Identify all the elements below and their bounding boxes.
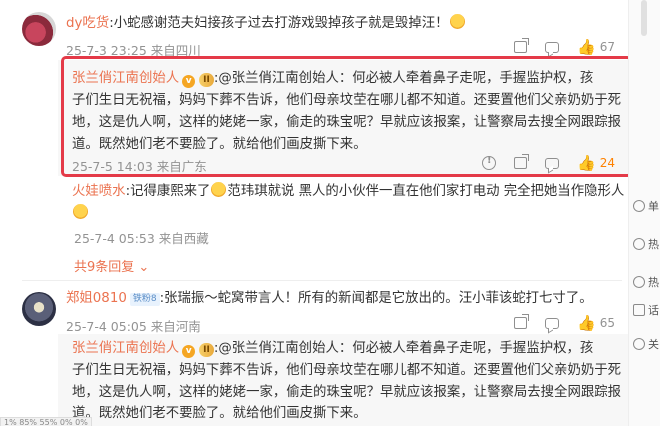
sidebar-item[interactable]: 热 (633, 236, 659, 252)
share-button[interactable] (514, 38, 529, 53)
share-button[interactable] (514, 314, 529, 329)
more-replies-label: 共9条回复 (74, 260, 135, 275)
reply-text-line: 道。既然她们老不要脸了。就给他们画皮撕下来。 (72, 406, 367, 421)
fan-badge: 铁粉8 (129, 293, 160, 306)
more-replies-link[interactable]: 共9条回复 ⌄ (74, 256, 149, 275)
comment-actions: 👍 67 (514, 38, 615, 56)
sidebar-scrollbar[interactable] (641, 0, 647, 36)
comment-line: 郑姐0810 铁粉8:张瑞振～蛇窝带言人！所有的新闻都是它放出的。汪小菲该蛇打七寸… (66, 290, 593, 308)
comment-text: :小蛇感谢范夫妇接孩子过去打游戏毁掉孩子就是毁掉汪！ (109, 16, 449, 31)
comment-icon (545, 317, 559, 329)
reply-text: 范玮琪就说 黑人的小伙伴一直在他们家打电动 完全把她当作隐形人 (227, 184, 625, 199)
reply-line: 张兰俏江南创始人 v II:@张兰俏江南创始人：何必被人牵着鼻子走呢，手握监护权，孩 (72, 340, 593, 358)
sidebar-item-label: 热 (648, 276, 659, 289)
sidebar-item-label: 单 (648, 200, 659, 213)
comment-text: :张瑞振～蛇窝带言人！所有的新闻都是它放出的。汪小菲该蛇打七寸了。 (159, 291, 593, 306)
sidebar-item-label: 热 (648, 238, 659, 251)
status-url-bar: 1% 85% 55% 0% 0% (0, 417, 92, 426)
reply-text-line: 子们生日无祝福，妈妈下葬不告诉，他们母亲坟茔在哪儿都不知道。还要置他们父亲奶奶于… (72, 363, 622, 378)
comment-divider (22, 280, 622, 281)
reply-text-line: 地，这是仇人啊，这样的姥姥一家，偷走的珠宝呢？早就应该报案，让警察局去搜全网跟踪… (72, 385, 622, 400)
comment-button[interactable] (545, 41, 559, 53)
history-icon (633, 200, 645, 212)
reply-username[interactable]: 火娃喷水 (72, 184, 126, 199)
sidebar-item[interactable]: 热 (633, 274, 659, 290)
like-button[interactable]: 👍 67 (577, 38, 615, 56)
comment-icon (545, 41, 559, 53)
reply-line (72, 204, 89, 223)
like-count: 65 (599, 316, 615, 330)
thumbs-up-icon: 👍 (577, 38, 596, 56)
crown-level-badge: II (199, 343, 214, 357)
sidebar-item-label: 话 (648, 304, 659, 317)
comment-username[interactable]: dy吃货 (66, 16, 109, 31)
comment-button[interactable] (545, 317, 559, 329)
topic-icon (633, 304, 645, 316)
comment-username[interactable]: 郑姐0810 (66, 291, 127, 306)
comment-actions: 👍 65 (514, 314, 615, 332)
sidebar-item-label: 关 (648, 338, 659, 351)
like-button[interactable]: 👍 65 (577, 314, 615, 332)
chevron-down-icon: ⌄ (134, 260, 150, 275)
laugh-emoji-icon (449, 14, 465, 29)
reply-meta: 25-7-4 05:53 来自西藏 (74, 231, 209, 246)
sidebar-item[interactable]: 单 (633, 198, 659, 214)
highlight-frame (61, 56, 628, 177)
reply-text: :记得康熙来了 (125, 184, 211, 199)
share-icon (514, 314, 529, 329)
laugh-emoji-icon (211, 182, 227, 197)
verified-badge-icon: v (182, 345, 196, 358)
user-avatar[interactable] (22, 12, 56, 46)
like-count: 67 (599, 40, 615, 54)
trending-icon (633, 276, 645, 288)
right-sidebar: 单 热 热 话 关 (628, 0, 660, 426)
laugh-emoji-icon (73, 204, 88, 219)
thumbs-up-icon: 👍 (577, 314, 596, 332)
comment-meta: 25-7-4 05:05 来自河南 (66, 319, 201, 334)
reply-username[interactable]: 张兰俏江南创始人 (72, 341, 179, 356)
reply-line: 火娃喷水:记得康熙来了 范玮琪就说 黑人的小伙伴一直在他们家打电动 完全把她当作隐… (72, 182, 624, 201)
share-icon (514, 38, 529, 53)
comment-line: dy吃货:小蛇感谢范夫妇接孩子过去打游戏毁掉孩子就是毁掉汪！ (66, 14, 466, 33)
reply-text-line: :@张兰俏江南创始人：何必被人牵着鼻子走呢，手握监护权，孩 (213, 341, 594, 356)
follow-icon (633, 338, 645, 350)
hot-icon (633, 238, 645, 250)
sidebar-item[interactable]: 关 (633, 336, 659, 352)
user-avatar[interactable] (22, 292, 56, 326)
comment-feed: dy吃货:小蛇感谢范夫妇接孩子过去打游戏毁掉孩子就是毁掉汪！ 25-7-3 23… (0, 0, 628, 426)
sidebar-item[interactable]: 话 (633, 302, 659, 318)
